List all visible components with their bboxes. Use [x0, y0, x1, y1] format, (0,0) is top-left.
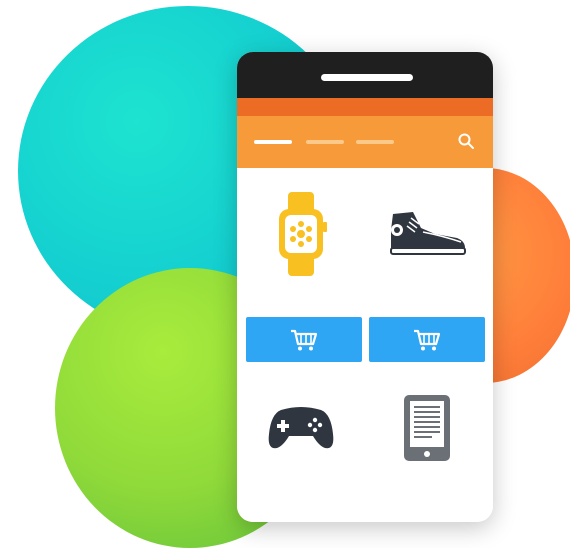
add-to-cart-button-2[interactable]: [369, 317, 485, 362]
shopping-cart-icon: [291, 329, 318, 350]
product-tile-smartwatch[interactable]: [243, 184, 359, 284]
nav-tab-2[interactable]: [306, 140, 344, 144]
search-icon[interactable]: [457, 132, 475, 150]
gamepad-icon: [268, 407, 334, 449]
status-bar: [237, 98, 493, 116]
phone-mockup: [237, 52, 493, 522]
product-tile-ereader[interactable]: [369, 378, 485, 478]
phone-speaker: [321, 74, 413, 81]
sneaker-icon: [390, 212, 466, 255]
ereader-icon: [404, 395, 450, 461]
product-grid: [237, 168, 493, 522]
add-to-cart-button-1[interactable]: [246, 317, 362, 362]
product-tile-sneaker[interactable]: [369, 184, 485, 284]
shopping-cart-icon: [414, 329, 441, 350]
smartwatch-icon: [279, 192, 327, 276]
product-tile-gamepad[interactable]: [243, 378, 359, 478]
nav-tab-1[interactable]: [254, 140, 292, 144]
app-nav-bar: [237, 116, 493, 168]
phone-top-bezel: [237, 52, 493, 98]
nav-tab-3[interactable]: [356, 140, 394, 144]
